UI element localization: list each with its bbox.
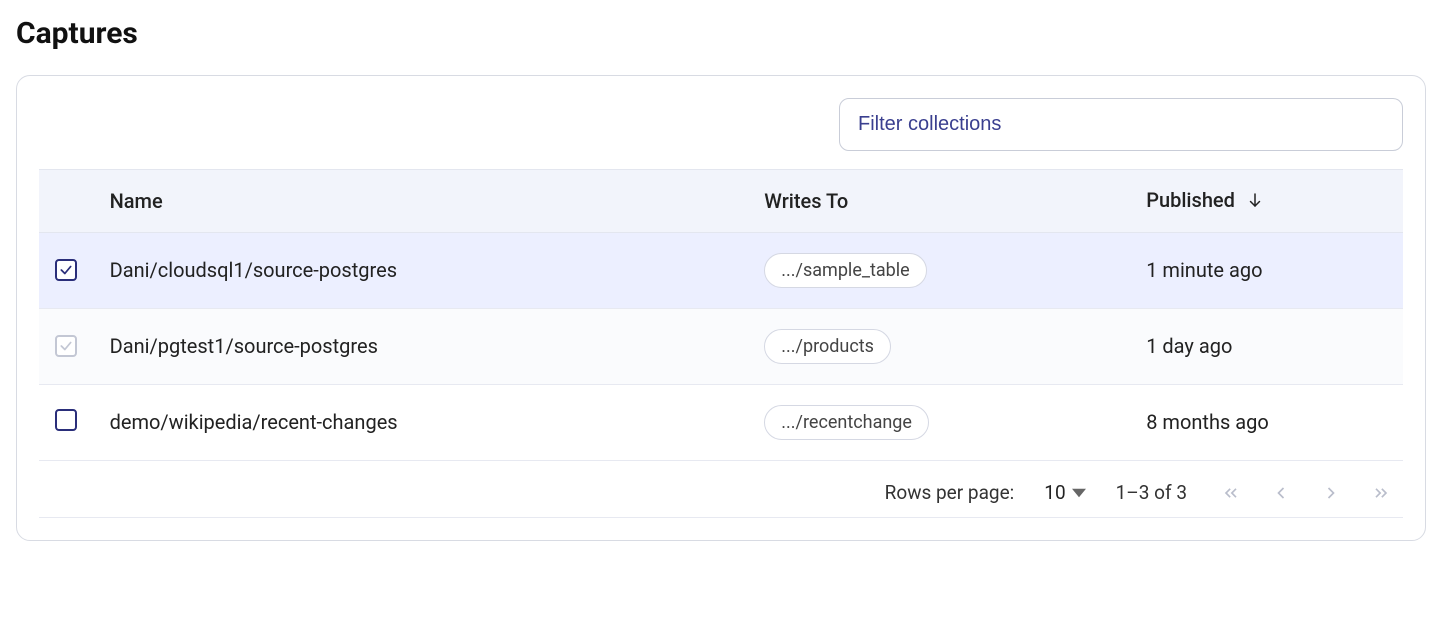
pagination-range: 1–3 of 3 [1116,481,1187,504]
column-header-published[interactable]: Published [1130,170,1403,233]
chevron-left-icon [1271,483,1291,503]
chevron-double-left-icon [1221,483,1241,503]
row-published: 8 months ago [1130,384,1403,460]
rows-per-page-value: 10 [1044,481,1065,504]
row-checkbox[interactable] [55,259,77,281]
row-published: 1 minute ago [1130,232,1403,308]
column-header-writes-to[interactable]: Writes To [748,170,1130,233]
table-row[interactable]: Dani/cloudsql1/source-postgres .../sampl… [39,232,1403,308]
writes-to-chip[interactable]: .../products [764,329,891,364]
captures-table: Name Writes To Published Dani/cloudsql1/… [39,169,1403,461]
prev-page-button[interactable] [1267,479,1295,507]
pagination-bar: Rows per page: 10 1–3 of 3 [39,461,1403,518]
chevron-double-right-icon [1371,483,1391,503]
row-name: Dani/pgtest1/source-postgres [94,308,749,384]
page-title: Captures [16,16,1426,51]
first-page-button[interactable] [1217,479,1245,507]
last-page-button[interactable] [1367,479,1395,507]
column-header-checkbox [39,170,94,233]
row-name: Dani/cloudsql1/source-postgres [94,232,749,308]
rows-per-page-select[interactable]: 10 [1044,481,1085,504]
row-checkbox[interactable] [55,409,77,431]
pager-controls [1217,479,1395,507]
rows-per-page-label: Rows per page: [885,481,1015,504]
filter-row [39,98,1403,151]
table-row[interactable]: demo/wikipedia/recent-changes .../recent… [39,384,1403,460]
row-name: demo/wikipedia/recent-changes [94,384,749,460]
column-header-published-label: Published [1146,188,1235,212]
column-header-name[interactable]: Name [94,170,749,233]
caret-down-icon [1072,486,1086,500]
chevron-right-icon [1321,483,1341,503]
row-checkbox[interactable] [55,335,77,357]
table-row[interactable]: Dani/pgtest1/source-postgres .../product… [39,308,1403,384]
filter-collections-input[interactable] [839,98,1403,151]
row-published: 1 day ago [1130,308,1403,384]
sort-descending-icon [1246,190,1264,214]
writes-to-chip[interactable]: .../recentchange [764,405,929,440]
writes-to-chip[interactable]: .../sample_table [764,253,926,288]
next-page-button[interactable] [1317,479,1345,507]
captures-panel: Name Writes To Published Dani/cloudsql1/… [16,75,1426,541]
